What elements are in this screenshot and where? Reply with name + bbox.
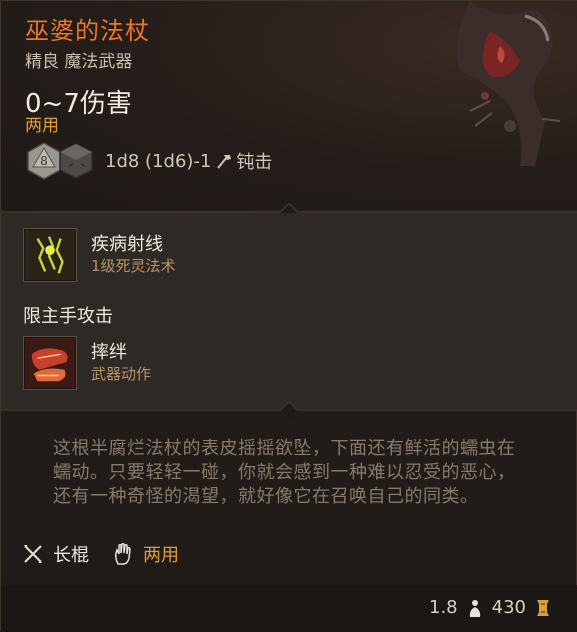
abilities-section: 疾病射线 1级死灵法术 限主手攻击 摔绊 武器动作: [1, 213, 577, 409]
ability-topple[interactable]: 摔绊 武器动作: [23, 336, 151, 390]
d8-die-value: 8: [40, 154, 48, 168]
disease-ray-icon: [23, 228, 77, 282]
item-tags: 长棍 两用: [21, 541, 201, 567]
dice-formula: 1d8 (1d6)-1: [105, 150, 212, 172]
ability-type: 武器动作: [91, 365, 152, 383]
dice-row: 8 1d8 (1d6)-1 钝击: [25, 141, 272, 181]
tooltip-header: 巫婆的法杖 精良 魔法武器 0~7伤害 两用 8 1d8 (1d6)-1 钝击: [1, 1, 577, 211]
ability-type: 1级死灵法术: [91, 257, 176, 275]
gold-coin-icon: [537, 599, 549, 616]
tooltip-footer: 1.8 430: [1, 585, 577, 632]
divider: [1, 400, 577, 420]
weapon-type-label: 长棍: [53, 545, 89, 566]
quarterstaff-icon: [24, 545, 42, 563]
handedness-label: 两用: [143, 545, 179, 566]
hand-icon: [115, 542, 131, 565]
damage-type: 钝击: [236, 152, 273, 173]
d6-die-icon: [59, 143, 93, 179]
item-description: 这根半腐烂法杖的表皮摇摇欲坠，下面还有鲜活的蠕虫在蠕动。只要轻轻一碰，你就会感到…: [53, 438, 516, 507]
weight-value: 1.8: [429, 597, 458, 618]
item-rarity-type: 精良 魔法武器: [25, 52, 133, 72]
restriction-label: 限主手攻击: [23, 306, 113, 327]
item-tooltip: 巫婆的法杖 精良 魔法武器 0~7伤害 两用 8 1d8 (1d6)-1 钝击: [0, 0, 577, 632]
staff-artwork-icon: [456, 1, 561, 166]
item-name: 巫婆的法杖: [25, 17, 150, 45]
weight-icon: [469, 599, 480, 617]
ability-name: 疾病射线: [91, 234, 163, 255]
bludgeoning-icon: [217, 155, 232, 169]
item-handedness: 两用: [25, 116, 59, 136]
gold-value: 430: [491, 597, 526, 618]
ability-name: 摔绊: [91, 342, 127, 363]
ability-disease-ray[interactable]: 疾病射线 1级死灵法术: [23, 228, 176, 282]
topple-icon: [23, 336, 77, 390]
